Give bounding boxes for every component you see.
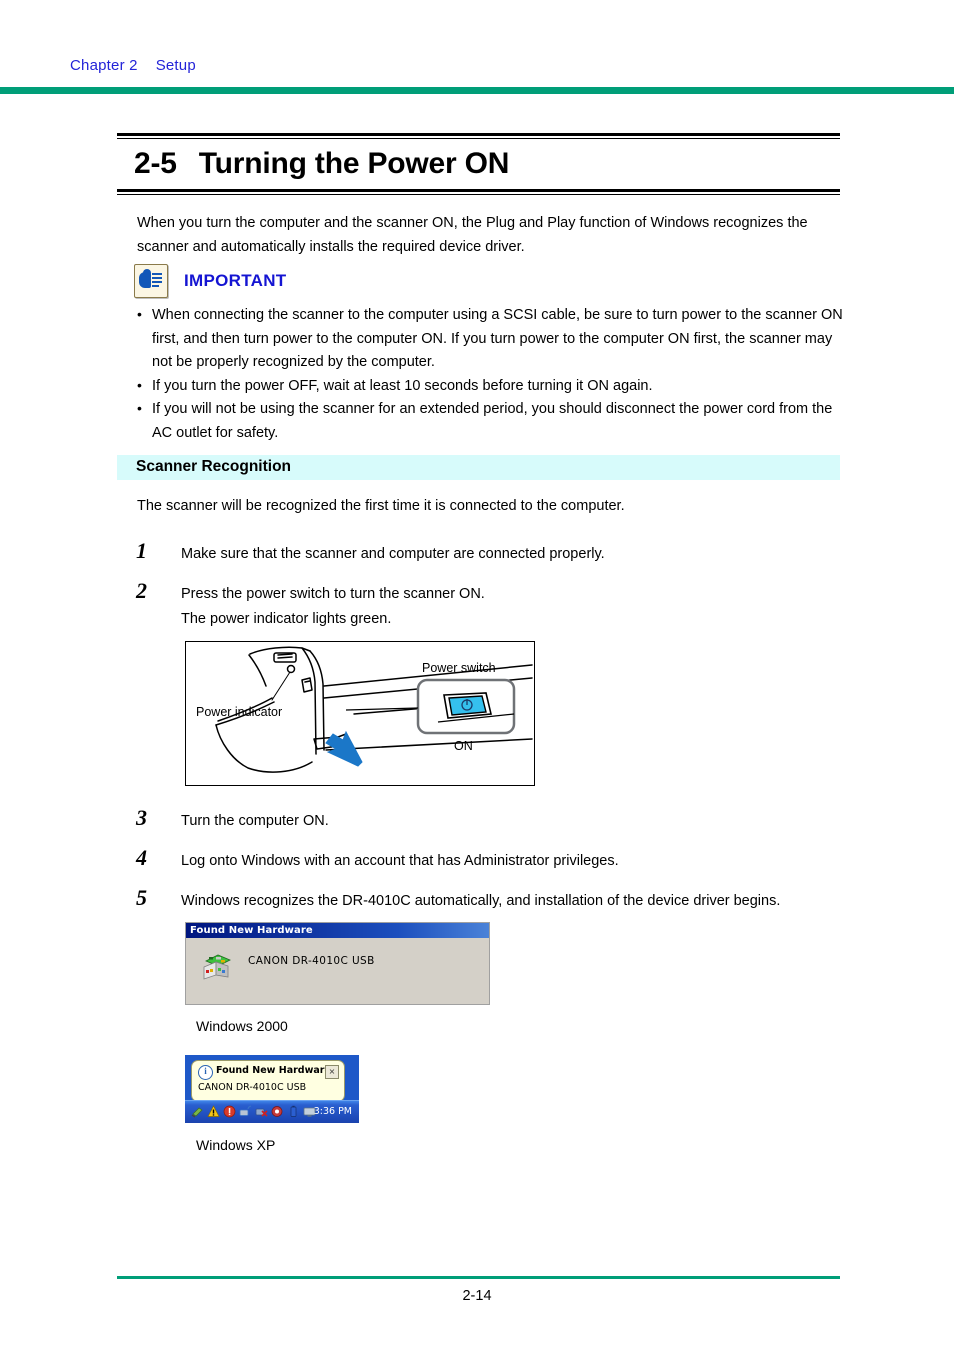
subsection-intro: The scanner will be recognized the first… xyxy=(137,498,625,514)
dialog-device-name: CANON DR-4010C USB xyxy=(248,955,375,967)
header-rule xyxy=(0,87,954,94)
list-item: If you turn the power OFF, wait at least… xyxy=(134,374,846,399)
important-header: IMPORTANT xyxy=(134,264,846,298)
scanner-power-switch-diagram: Power indicator Power switch ON xyxy=(185,641,535,786)
network-disconnected-icon[interactable] xyxy=(255,1105,268,1118)
caption-windows-2000: Windows 2000 xyxy=(196,1018,288,1034)
step-item: 4 Log onto Windows with an account that … xyxy=(136,845,846,874)
info-icon: i xyxy=(198,1065,213,1080)
step-number: 4 xyxy=(136,845,147,870)
list-item: If you will not be using the scanner for… xyxy=(134,397,846,445)
important-callout: IMPORTANT When connecting the scanner to… xyxy=(134,264,846,445)
network-icon[interactable] xyxy=(239,1105,252,1118)
page-number: 2-14 xyxy=(462,1288,492,1304)
battery-icon[interactable] xyxy=(287,1105,300,1118)
dialog-title-bar: Found New Hardware xyxy=(186,923,489,938)
step-text: Turn the computer ON. xyxy=(181,813,329,829)
document-page: Chapter 2 Setup 2-5 Turning the Power ON W… xyxy=(0,0,954,1350)
found-new-hardware-dialog-win2000[interactable]: Found New Hardware CANON DR-4010C USB xyxy=(185,922,490,1005)
dialog-body: CANON DR-4010C USB xyxy=(186,938,489,1019)
section-number: 2-5 xyxy=(134,147,177,180)
warning-icon[interactable] xyxy=(207,1105,220,1118)
step-item: 3 Turn the computer ON. xyxy=(136,805,846,834)
step-number: 1 xyxy=(136,538,147,563)
power-indicator-label: Power indicator xyxy=(196,705,283,719)
header-breadcrumb: Chapter 2 Setup xyxy=(70,57,196,74)
intro-paragraph: When you turn the computer and the scann… xyxy=(137,215,808,255)
important-label: IMPORTANT xyxy=(184,271,287,290)
step-number: 2 xyxy=(136,578,147,603)
title-rule-bottom xyxy=(117,189,840,195)
power-switch-callout xyxy=(345,678,516,735)
step-text: Log onto Windows with an account that ha… xyxy=(181,853,619,869)
step-item: 2 Press the power switch to turn the sca… xyxy=(136,578,846,632)
tray-icon-group xyxy=(191,1105,316,1118)
found-new-hardware-balloon-winxp[interactable]: i Found New Hardware × CANON DR-4010C US… xyxy=(185,1055,359,1123)
section-title-text: Turning the Power ON xyxy=(198,147,510,180)
on-label: ON xyxy=(454,739,473,753)
subsection-heading-band: Scanner Recognition xyxy=(117,455,840,480)
footer-rule xyxy=(117,1276,840,1279)
clock[interactable]: 3:36 PM xyxy=(314,1106,352,1117)
step-number: 5 xyxy=(136,885,147,910)
balloon-device-name: CANON DR-4010C USB xyxy=(198,1082,307,1093)
pointing-hand-icon xyxy=(134,264,168,298)
close-icon[interactable]: × xyxy=(325,1065,339,1079)
power-switch-label: Power switch xyxy=(422,661,496,675)
header-section-label: Setup xyxy=(155,57,196,74)
header-chapter-label: Chapter 2 xyxy=(70,57,138,74)
list-item: When connecting the scanner to the compu… xyxy=(134,303,846,375)
antivirus-icon[interactable] xyxy=(271,1105,284,1118)
step-subtext: The power indicator lights green. xyxy=(181,611,392,627)
step-text-group: Press the power switch to turn the scann… xyxy=(181,578,846,632)
step-text: Press the power switch to turn the scann… xyxy=(181,586,485,602)
step-text: Make sure that the scanner and computer … xyxy=(181,546,605,562)
taskbar-tray[interactable]: 3:36 PM xyxy=(185,1100,359,1123)
page-title: 2-5 Turning the Power ON xyxy=(117,139,840,189)
important-list: When connecting the scanner to the compu… xyxy=(134,303,846,445)
caption-windows-xp: Windows XP xyxy=(196,1137,276,1153)
balloon-title: Found New Hardware xyxy=(216,1065,331,1076)
subsection-heading: Scanner Recognition xyxy=(136,458,292,475)
step-number: 3 xyxy=(136,805,147,830)
section-title-block: 2-5 Turning the Power ON xyxy=(117,133,840,195)
usb-icon[interactable] xyxy=(191,1105,204,1118)
shield-alert-icon[interactable] xyxy=(223,1105,236,1118)
step-item: 5 Windows recognizes the DR-4010C automa… xyxy=(136,885,846,914)
step-text: Windows recognizes the DR-4010C automati… xyxy=(181,893,781,909)
new-hardware-icon xyxy=(203,954,231,980)
balloon-notification[interactable]: i Found New Hardware × CANON DR-4010C US… xyxy=(191,1060,345,1102)
step-item: 1 Make sure that the scanner and compute… xyxy=(136,538,846,567)
